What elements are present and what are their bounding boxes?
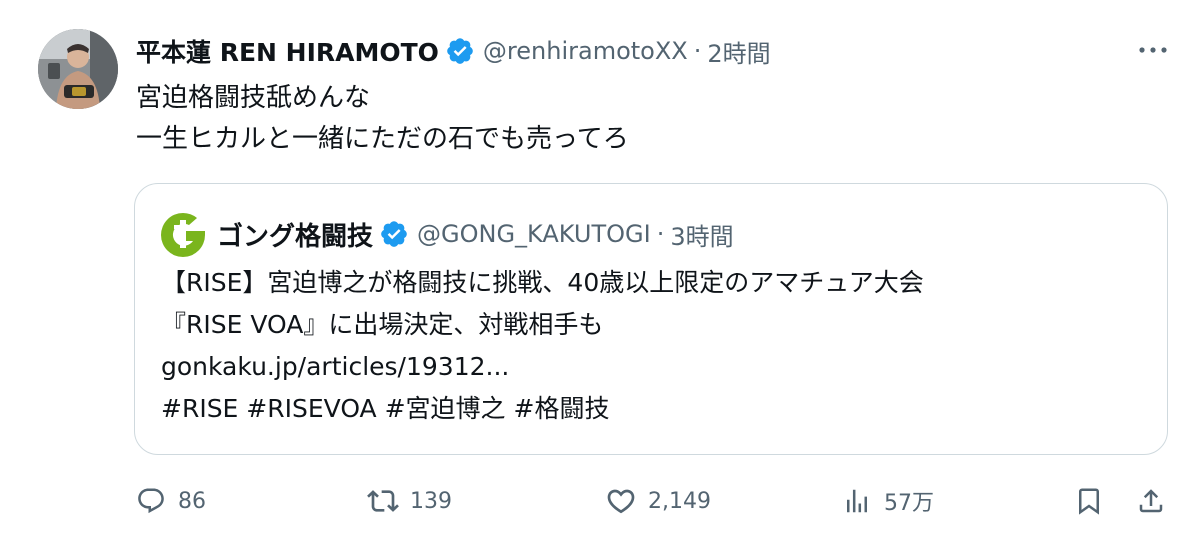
quoted-handle[interactable]: @GONG_KAKUTOGI bbox=[417, 220, 651, 248]
heart-icon bbox=[604, 484, 638, 518]
tweet-text-line: 宮迫格闘技舐めんな bbox=[136, 83, 371, 113]
more-dots-icon bbox=[1139, 47, 1167, 53]
quoted-text: 【RISE】宮迫博之が格闘技に挑戦、40歳以上限定のアマチュア大会 『RISE … bbox=[161, 262, 924, 430]
like-count: 2,149 bbox=[648, 488, 711, 514]
tweet-text-line: 一生ヒカルと一緒にただの石でも売ってろ bbox=[136, 124, 629, 154]
reply-count: 86 bbox=[178, 488, 206, 514]
quoted-display-name[interactable]: ゴング格闘技 bbox=[217, 216, 373, 253]
tweet-card[interactable]: 平本蓮 REN HIRAMOTO @renhiramotoXX · 2時間 宮迫… bbox=[0, 0, 1199, 547]
bookmark-button[interactable] bbox=[1072, 478, 1106, 524]
bookmark-icon bbox=[1072, 484, 1106, 518]
like-button[interactable]: 2,149 bbox=[604, 478, 711, 524]
reply-button[interactable]: 86 bbox=[134, 478, 206, 524]
tweet-header: 平本蓮 REN HIRAMOTO @renhiramotoXX · 2時間 bbox=[136, 33, 771, 69]
quoted-header-separator: · bbox=[656, 220, 665, 248]
view-count: 57万 bbox=[884, 491, 934, 516]
verified-badge-icon[interactable] bbox=[445, 36, 475, 66]
quoted-text-line: 【RISE】宮迫博之が格闘技に挑戦、40歳以上限定のアマチュア大会 bbox=[161, 268, 924, 297]
more-options-button[interactable] bbox=[1134, 36, 1172, 64]
quoted-hashtags[interactable]: #RISE #RISEVOA #宮迫博之 #格闘技 bbox=[161, 388, 924, 430]
quoted-header: ゴング格闘技 @GONG_KAKUTOGI · 3時間 bbox=[217, 214, 734, 254]
views-button[interactable]: 57万 bbox=[840, 478, 934, 524]
repost-count: 139 bbox=[410, 488, 452, 514]
repost-arrows-icon bbox=[366, 484, 400, 518]
author-handle[interactable]: @renhiramotoXX bbox=[483, 37, 688, 65]
action-bar: 86 139 2,149 57万 bbox=[0, 478, 1199, 524]
share-upload-icon bbox=[1134, 484, 1168, 518]
verified-badge-icon[interactable] bbox=[379, 219, 409, 249]
quoted-tweet[interactable]: ゴング格闘技 @GONG_KAKUTOGI · 3時間 【RISE】宮迫博之が格… bbox=[134, 183, 1168, 455]
quoted-author-avatar[interactable] bbox=[159, 211, 207, 259]
gong-logo-icon bbox=[161, 212, 205, 257]
author-avatar-image bbox=[38, 29, 118, 109]
quoted-text-line: 『RISE VOA』に出場決定、対戦相手も bbox=[161, 310, 604, 339]
repost-button[interactable]: 139 bbox=[366, 478, 452, 524]
views-bars-icon bbox=[840, 484, 874, 518]
tweet-timestamp[interactable]: 2時間 bbox=[707, 34, 770, 69]
share-button[interactable] bbox=[1134, 478, 1168, 524]
reply-bubble-icon bbox=[134, 484, 168, 518]
author-display-name[interactable]: 平本蓮 REN HIRAMOTO bbox=[136, 33, 439, 69]
author-avatar[interactable] bbox=[38, 29, 118, 109]
quoted-link[interactable]: gonkaku.jp/articles/19312... bbox=[161, 346, 924, 388]
header-separator: · bbox=[693, 37, 702, 65]
quoted-timestamp[interactable]: 3時間 bbox=[670, 217, 733, 252]
tweet-text: 宮迫格闘技舐めんな 一生ヒカルと一緒にただの石でも売ってろ bbox=[136, 78, 629, 160]
